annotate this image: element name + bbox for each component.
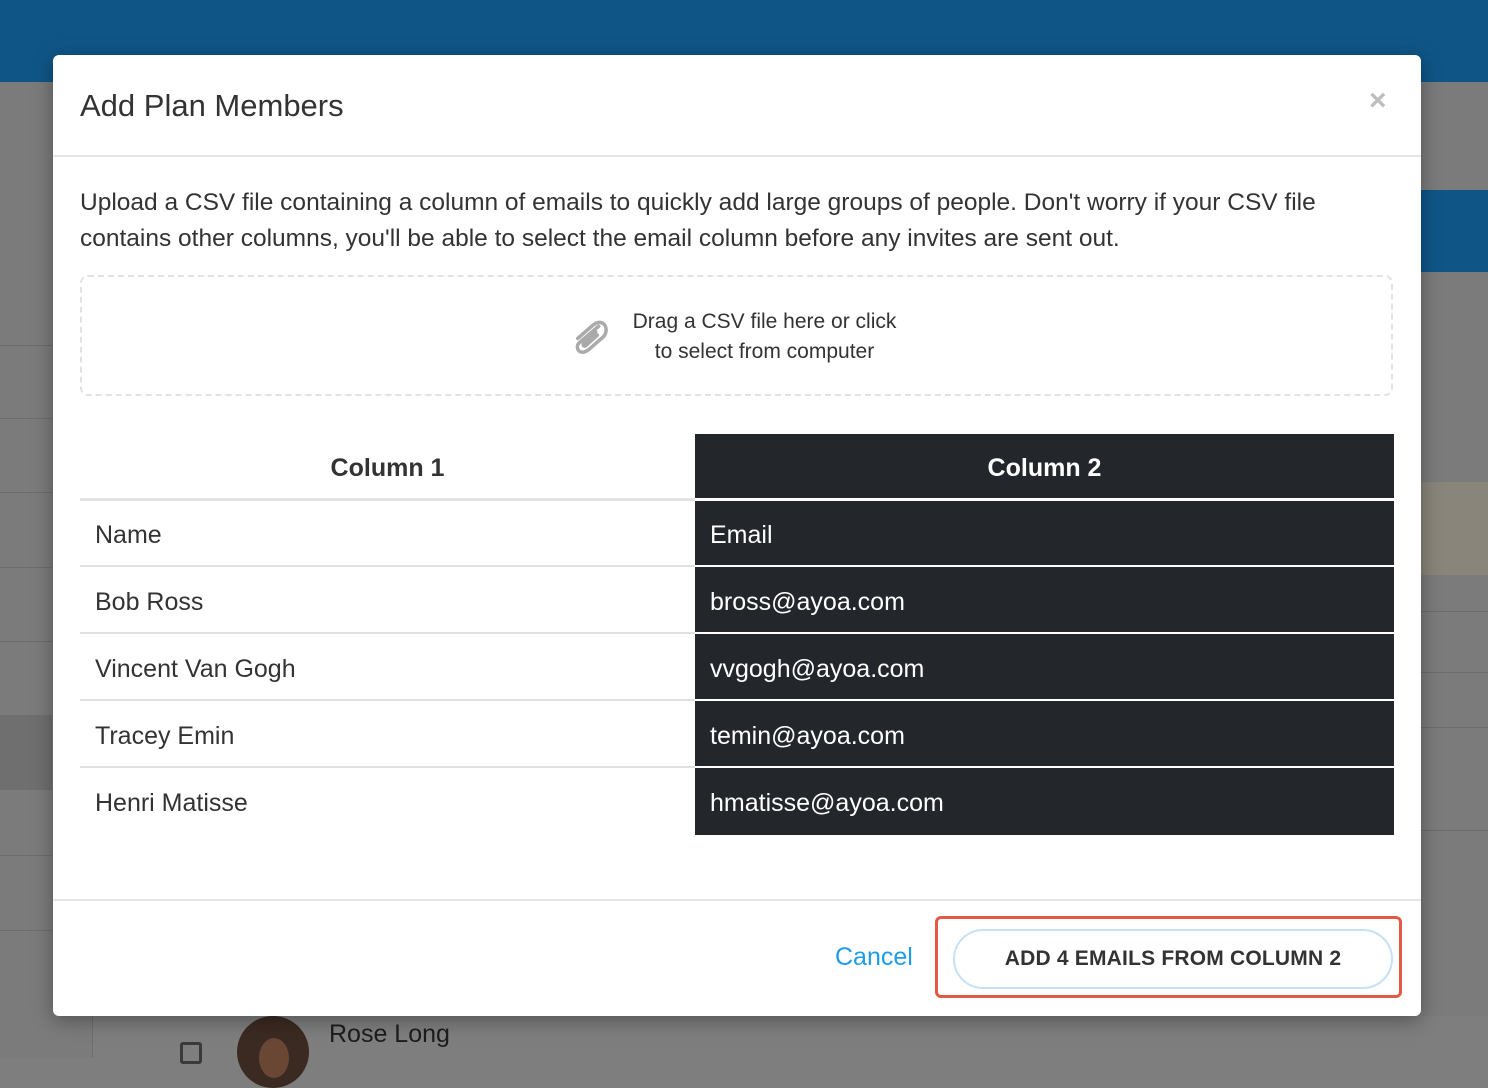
csv-column-1[interactable]: Column 1 Name Bob Ross Vincent Van Gogh … <box>80 434 695 835</box>
member-checkbox[interactable] <box>180 1042 202 1064</box>
app-divider <box>0 930 52 931</box>
avatar <box>237 1016 309 1088</box>
close-icon[interactable]: × <box>1369 85 1387 117</box>
app-highlight-row <box>1421 482 1488 575</box>
table-cell: Tracey Emin <box>80 702 695 768</box>
app-divider <box>1421 672 1488 673</box>
table-cell: hmatisse@ayoa.com <box>710 789 944 817</box>
app-header-band <box>1421 190 1488 272</box>
member-name: Rose Long <box>329 1020 450 1048</box>
app-divider <box>1421 611 1488 612</box>
modal-header: Add Plan Members × <box>53 55 1421 157</box>
add-emails-button[interactable]: ADD 4 EMAILS FROM COLUMN 2 <box>953 929 1393 989</box>
table-cell: Bob Ross <box>80 568 695 634</box>
table-cell: vvgogh@ayoa.com <box>695 635 1394 701</box>
app-divider <box>1421 727 1488 728</box>
app-divider <box>0 855 52 856</box>
add-plan-members-modal: Add Plan Members × Upload a CSV file con… <box>53 55 1421 1016</box>
app-sidebar-block <box>0 715 52 790</box>
csv-column-2-selected[interactable]: Column 2 Email bross@ayoa.com vvgogh@ayo… <box>695 434 1394 835</box>
column-header[interactable]: Column 2 <box>695 434 1394 501</box>
app-divider <box>0 567 52 568</box>
app-divider <box>0 641 52 642</box>
csv-preview-table: Column 1 Name Bob Ross Vincent Van Gogh … <box>80 434 1394 835</box>
table-cell: Name <box>80 501 695 567</box>
table-cell: Vincent Van Gogh <box>80 635 695 701</box>
table-cell: Email <box>695 501 1394 567</box>
column-header[interactable]: Column 1 <box>80 434 695 501</box>
dropzone-line-2: to select from computer <box>654 340 875 363</box>
cancel-button[interactable]: Cancel <box>835 943 913 972</box>
modal-footer: Cancel ADD 4 EMAILS FROM COLUMN 2 <box>53 899 1421 1018</box>
app-divider <box>1421 830 1488 831</box>
table-cell: temin@ayoa.com <box>695 702 1394 768</box>
app-divider <box>0 492 52 493</box>
intro-text: Upload a CSV file containing a column of… <box>80 189 1316 252</box>
app-divider <box>92 1016 93 1058</box>
table-cell: Henri Matisse <box>95 789 248 817</box>
dropzone-text: Drag a CSV file here or click to select … <box>612 307 917 367</box>
app-divider <box>0 345 52 346</box>
dropzone-line-1: Drag a CSV file here or click <box>632 310 897 333</box>
app-divider <box>0 418 52 419</box>
table-cell: bross@ayoa.com <box>695 568 1394 634</box>
csv-dropzone[interactable]: Drag a CSV file here or click to select … <box>80 275 1393 396</box>
paperclip-icon <box>575 320 608 354</box>
modal-title: Add Plan Members <box>80 88 344 123</box>
